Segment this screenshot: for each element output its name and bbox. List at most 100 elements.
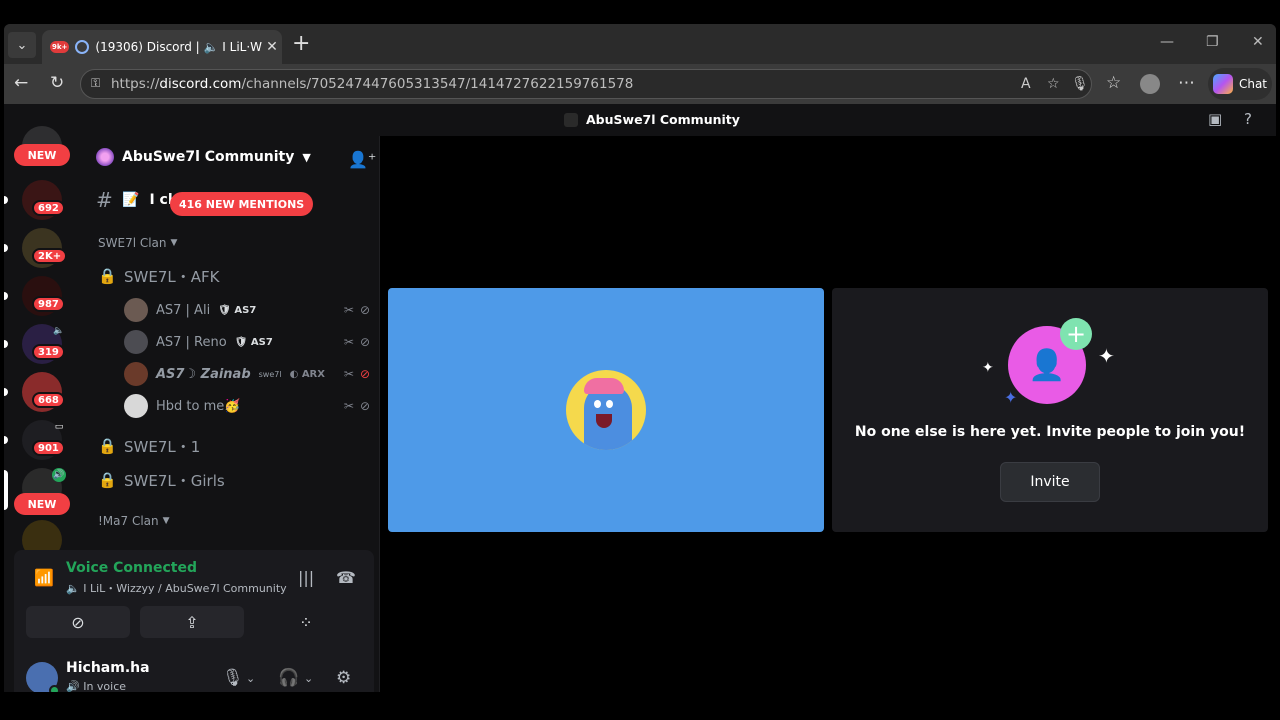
noise-suppression-icon[interactable]: ||| xyxy=(298,568,314,587)
minimize-icon[interactable]: — xyxy=(1160,34,1174,50)
invite-button[interactable]: Invite xyxy=(1000,462,1100,502)
voice-member-row[interactable]: AS7☽ Zainab swe7l ◐ ARX ✂ ⊘ xyxy=(124,360,370,388)
camera-off-icon: ⊘ xyxy=(71,612,85,632)
user-video-tile[interactable] xyxy=(388,288,824,532)
member-name: AS7 | Ali xyxy=(156,302,211,318)
category-ma7-clan[interactable]: !Ma7 Clan ▼ xyxy=(98,514,170,528)
voice-member-row[interactable]: AS7 | Reno 🛡 AS7 ✂ ⊘ xyxy=(124,328,370,356)
reload-icon[interactable]: ↻ xyxy=(50,73,64,93)
invite-people-icon[interactable]: 👤⁺ xyxy=(348,150,376,169)
connection-signal-icon[interactable]: 📶 xyxy=(34,568,54,587)
muted-mic-icon: ✂ xyxy=(343,303,354,317)
microphone-icon[interactable]: 🎙 xyxy=(222,668,244,688)
chevron-down-icon[interactable]: ⌄ xyxy=(246,672,255,685)
new-mentions-pill[interactable]: 416 NEW MENTIONS xyxy=(170,192,314,216)
mention-count-badge: 901 xyxy=(32,440,65,456)
server-header[interactable]: AbuSwe7l Community ▼ xyxy=(96,148,311,166)
read-aloud-icon[interactable]: A xyxy=(1021,76,1031,92)
voice-channel-girls[interactable]: 🔒 SWE7L・Girls xyxy=(98,466,225,494)
headphones-icon[interactable]: 🎧 xyxy=(278,668,299,688)
hash-icon: # xyxy=(96,188,113,212)
server-mini-icon xyxy=(564,112,578,127)
mention-count-badge: 668 xyxy=(32,392,65,408)
category-label: SWE7l Clan xyxy=(98,236,167,250)
activities-button[interactable]: ⁘ xyxy=(254,606,358,638)
selected-server-pill xyxy=(4,470,8,510)
mention-count-badge: 987 xyxy=(32,296,65,312)
unread-pill xyxy=(4,292,8,300)
tab-close-icon[interactable]: ✕ xyxy=(262,39,282,55)
chevron-down-icon: ▼ xyxy=(302,150,311,164)
discord-app: AbuSwe7l Community ▣ ? NEW 692 2K+ 987 🔈… xyxy=(4,104,1276,692)
chat-label: Chat xyxy=(1238,77,1268,91)
category-label: !Ma7 Clan xyxy=(98,514,159,528)
member-clan-tag-text: ARX xyxy=(301,368,325,380)
chevron-down-icon[interactable]: ⌄ xyxy=(304,672,313,685)
share-screen-button[interactable]: ⇪ xyxy=(140,606,244,638)
online-status-dot xyxy=(49,685,60,692)
new-unread-pill-top[interactable]: NEW xyxy=(14,144,70,166)
muted-mic-icon: ✂ xyxy=(343,367,354,381)
camera-off-button[interactable]: ⊘ xyxy=(26,606,130,638)
chevron-down-icon: ▼ xyxy=(170,238,178,248)
member-name: Hbd to me🥳 xyxy=(156,398,241,414)
tab-list-chevron-icon[interactable]: ⌄ xyxy=(8,32,36,58)
member-name-superscript: swe7l xyxy=(258,369,282,379)
browser-window: ⌄ 9k+ (19306) Discord | 🔈 Ι LiL·W ✕ + — … xyxy=(4,24,1276,692)
voice-status[interactable]: Voice Connected xyxy=(66,560,197,576)
username[interactable]: Hicham.ha xyxy=(66,660,150,676)
avatar xyxy=(124,330,148,354)
back-arrow-icon[interactable]: ← xyxy=(14,73,28,93)
member-clan-tag: ◐ ARX xyxy=(289,368,325,380)
browser-tab-discord[interactable]: 9k+ (19306) Discord | 🔈 Ι LiL·W ✕ xyxy=(42,30,282,64)
gear-icon[interactable]: ⚙ xyxy=(336,668,351,688)
url-domain: discord.com xyxy=(159,76,242,92)
help-icon[interactable]: ? xyxy=(1244,110,1252,128)
microphone-icon[interactable]: 🎙 xyxy=(1071,76,1089,92)
new-tab-button[interactable]: + xyxy=(292,32,310,56)
avatar xyxy=(124,362,148,386)
memo-icon: 📝 xyxy=(122,192,140,208)
inbox-icon[interactable]: ▣ xyxy=(1208,110,1222,128)
restore-icon[interactable]: ❐ xyxy=(1206,34,1219,50)
unread-pill xyxy=(4,244,8,252)
mention-count-badge: 319 xyxy=(32,344,65,360)
window-close-icon[interactable]: ✕ xyxy=(1252,34,1264,50)
plus-icon: + xyxy=(1060,318,1092,350)
url-prefix: https:// xyxy=(111,76,160,92)
lock-icon: 🔒 xyxy=(98,471,117,489)
member-status-icons: ✂ ⊘ xyxy=(344,335,370,349)
voice-channel-one[interactable]: 🔒 SWE7L・1 xyxy=(98,432,200,460)
deafened-icon: ⊘ xyxy=(359,303,370,317)
favorite-star-icon[interactable]: ☆ xyxy=(1047,76,1060,92)
voice-member-row[interactable]: Hbd to me🥳 ✂ ⊘ xyxy=(124,392,370,420)
copilot-chat-button[interactable]: Chat xyxy=(1208,68,1272,100)
text-channel-row[interactable]: # 📝 Ι cl xyxy=(96,186,173,214)
voice-channel-path[interactable]: 🔈 Ι LiL・Wizzyy / AbuSwe7l Community xyxy=(66,580,287,596)
favorites-icon[interactable]: ☆ xyxy=(1106,73,1121,93)
unread-pill xyxy=(4,340,8,348)
profile-avatar-icon[interactable] xyxy=(1140,74,1160,94)
member-clan-tag: 🛡 AS7 xyxy=(234,336,273,348)
category-swe7l-clan[interactable]: SWE7l Clan ▼ xyxy=(98,236,177,250)
mention-count-badge: 2K+ xyxy=(32,248,68,264)
site-info-icon[interactable]: ⚿ xyxy=(91,76,100,91)
voice-channel-afk[interactable]: 🔒 SWE7L・AFK xyxy=(98,262,219,290)
address-bar[interactable]: ⚿ https://discord.com/channels/705247447… xyxy=(80,69,1092,99)
avatar-eye xyxy=(606,400,613,408)
voice-member-row[interactable]: AS7 | Ali 🛡 AS7 ✂ ⊘ xyxy=(124,296,370,324)
new-unread-pill-bottom[interactable]: NEW xyxy=(14,493,70,515)
voice-channel-path-text: Ι LiL・Wizzyy / AbuSwe7l Community xyxy=(83,582,287,595)
disconnect-icon[interactable]: ☎ xyxy=(336,568,356,587)
server-name: AbuSwe7l Community xyxy=(122,149,295,165)
avatar[interactable] xyxy=(26,662,60,692)
member-name: AS7☽ Zainab xyxy=(156,366,251,382)
sparkle-icon: ✦ xyxy=(1098,344,1115,368)
more-menu-icon[interactable]: ⋯ xyxy=(1178,73,1195,93)
tab-title: (19306) Discord | 🔈 Ι LiL·W xyxy=(95,40,262,54)
voice-channel-name: SWE7L・AFK xyxy=(124,267,220,286)
user-voice-status: 🔊 In voice xyxy=(66,680,127,692)
unread-pill xyxy=(4,436,8,444)
window-title-text: AbuSwe7l Community xyxy=(586,112,740,127)
sparkle-icon: ✦ xyxy=(1004,388,1018,407)
